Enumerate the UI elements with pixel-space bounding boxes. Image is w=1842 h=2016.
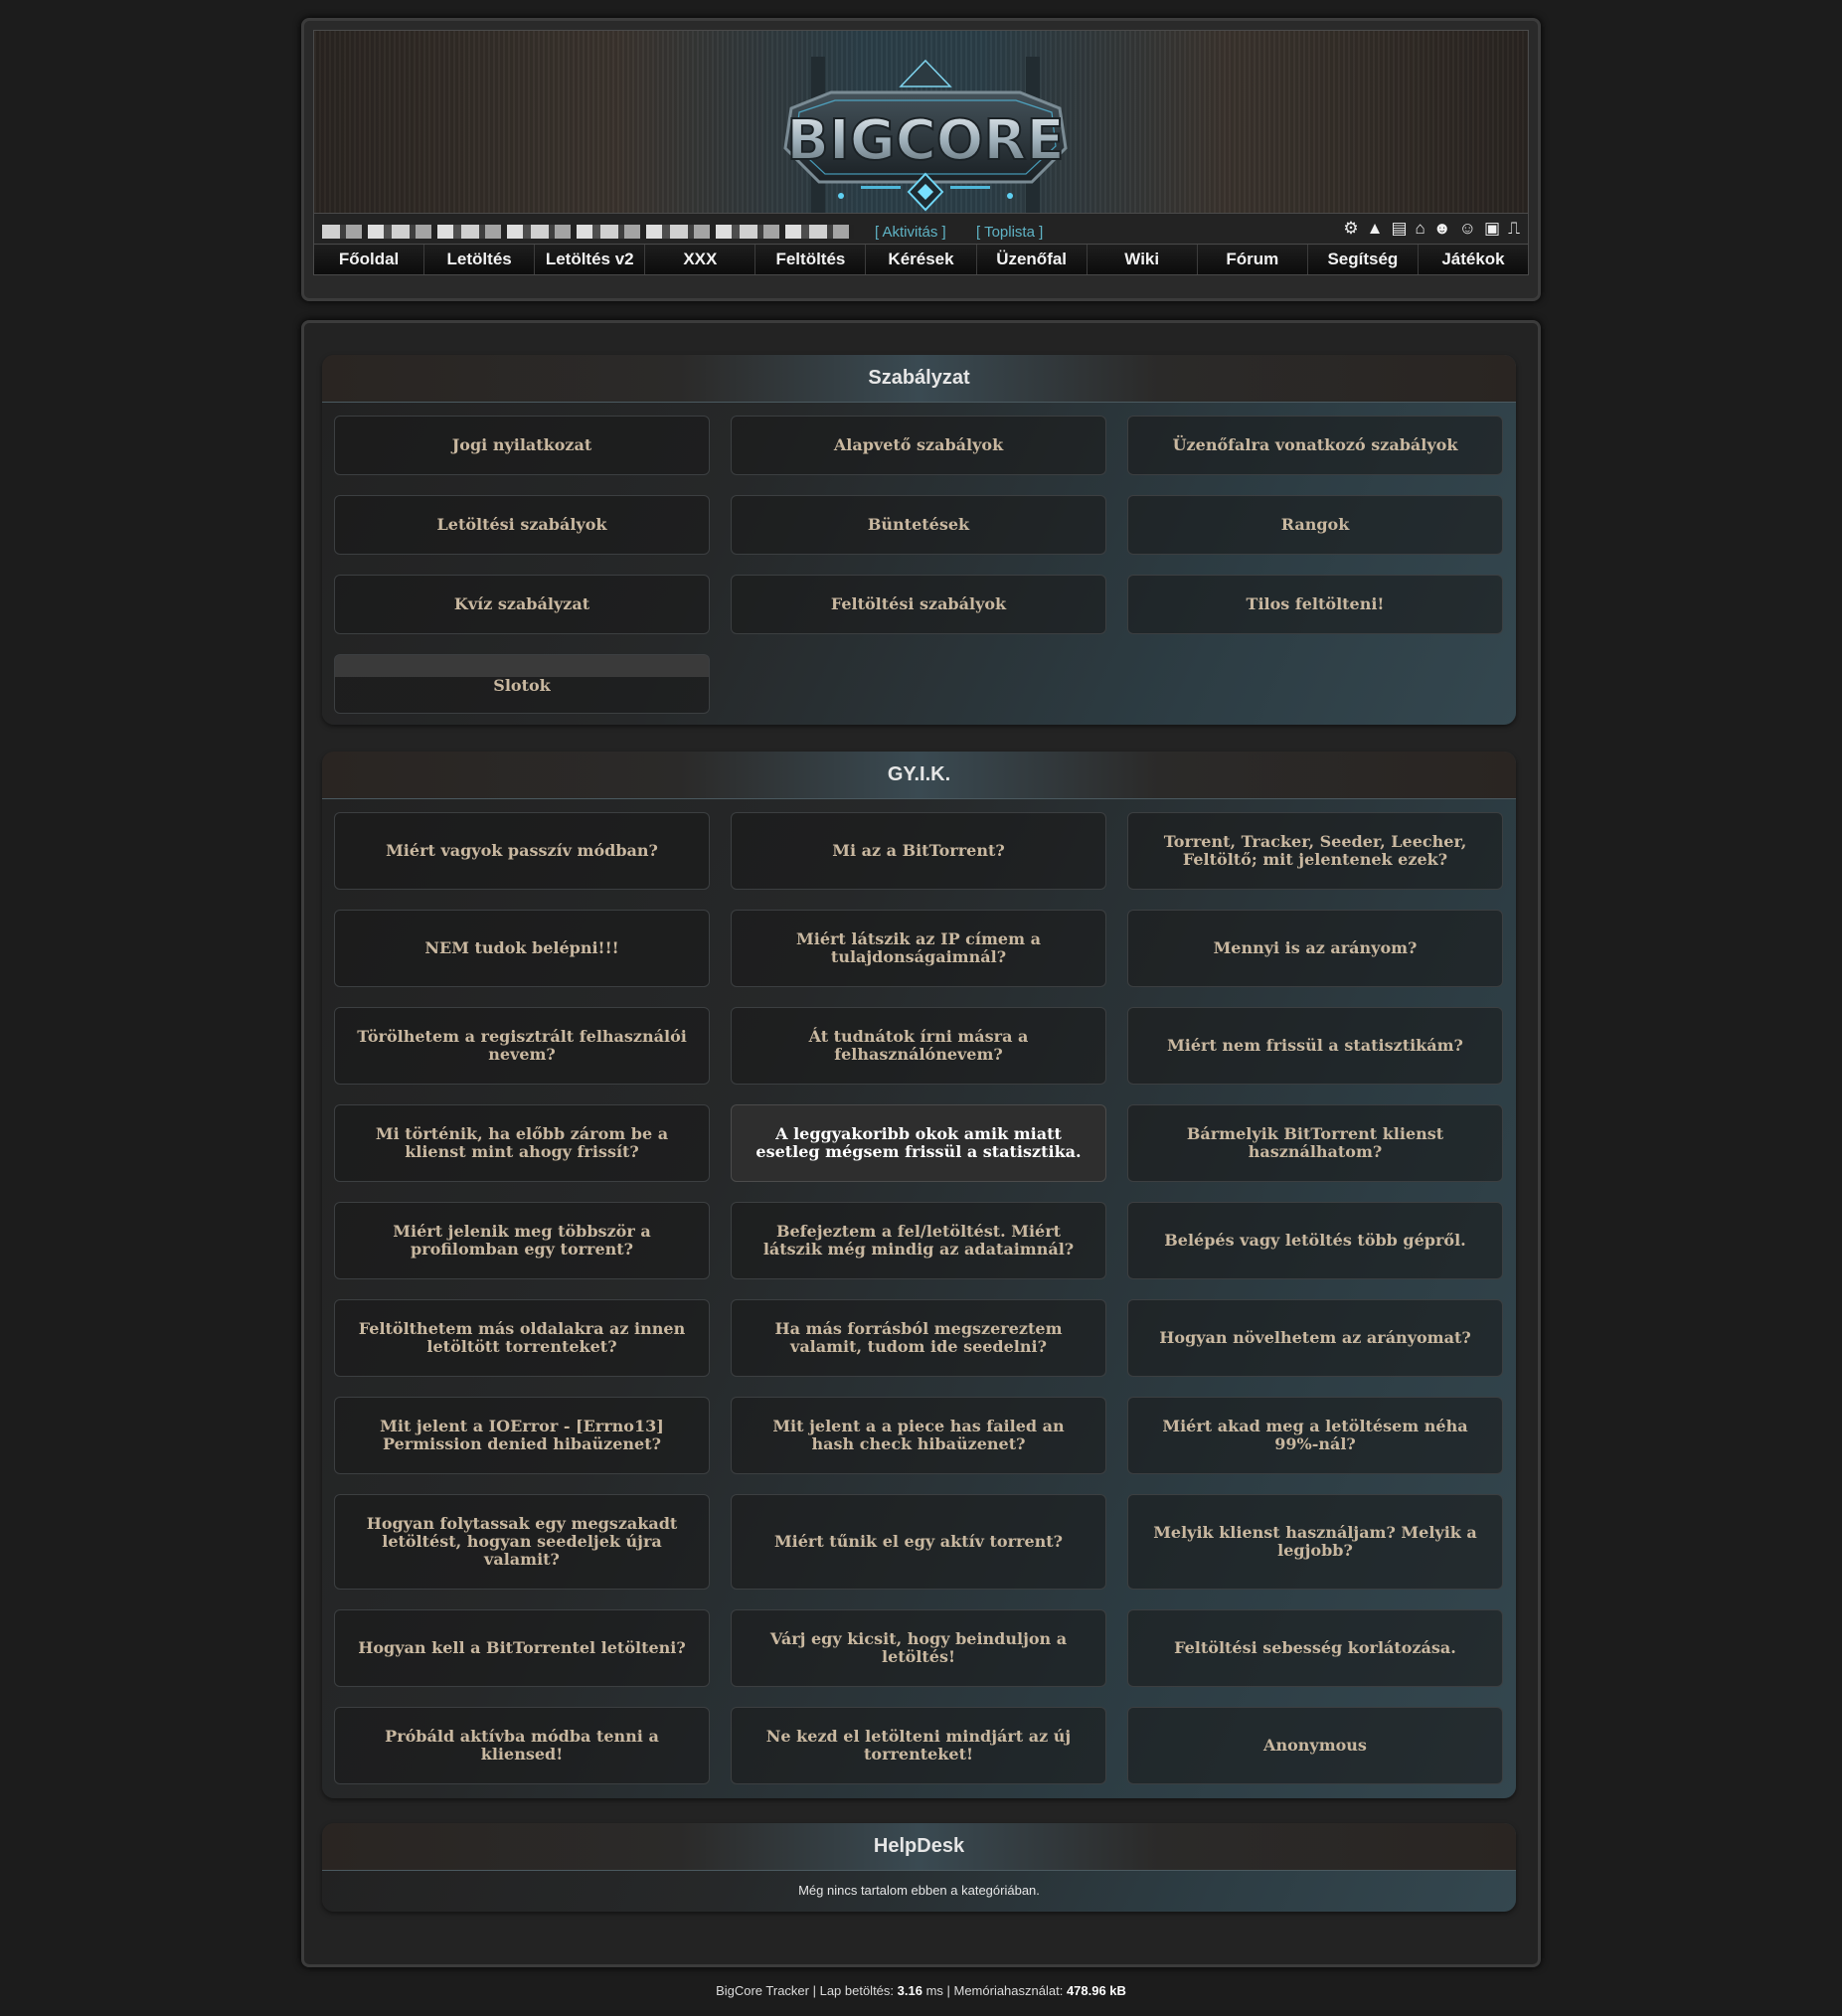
faq-item[interactable]: Miért tűnik el egy aktív torrent?	[731, 1494, 1106, 1590]
main-content: Szabályzat Jogi nyilatkozat Alapvető sza…	[301, 320, 1541, 1967]
nav-download-v2[interactable]: Letöltés v2	[535, 245, 646, 274]
faq-item[interactable]: NEM tudok belépni!!!	[334, 910, 710, 987]
faq-item[interactable]: Várj egy kicsit, hogy beinduljon a letöl…	[731, 1609, 1106, 1687]
faq-item[interactable]: Hogyan növelhetem az arányomat?	[1127, 1299, 1503, 1377]
nav-upload[interactable]: Feltöltés	[755, 245, 867, 274]
faq-item[interactable]: Befejeztem a fel/letöltést. Miért látszi…	[731, 1202, 1106, 1279]
faq-item[interactable]: Mi történik, ha előbb zárom be a klienst…	[334, 1104, 710, 1182]
faq-item[interactable]: Próbáld aktívba módba tenni a kliensed!	[334, 1707, 710, 1784]
rules-item[interactable]: Üzenőfalra vonatkozó szabályok	[1127, 416, 1503, 475]
rules-item[interactable]: Tilos feltölteni!	[1127, 575, 1503, 634]
header-frame: BIGCORE [ Aktivitás ] [ Toplista ] ⚙ ▲ ▤…	[301, 18, 1541, 301]
users-icon[interactable]: ☻	[1433, 220, 1451, 238]
faq-item[interactable]: Miért nem frissül a statisztikám?	[1127, 1007, 1503, 1085]
faq-item[interactable]: Miért akad meg a letöltésem néha 99%-nál…	[1127, 1397, 1503, 1474]
faq-item[interactable]: Torrent, Tracker, Seeder, Leecher, Feltö…	[1127, 812, 1503, 890]
nav-wiki[interactable]: Wiki	[1087, 245, 1198, 274]
faq-item[interactable]: Anonymous	[1127, 1707, 1503, 1784]
inbox-icon[interactable]: ⌂	[1416, 220, 1425, 238]
faq-item[interactable]: Törölhetem a regisztrált felhasználói ne…	[334, 1007, 710, 1085]
footer: BigCore Tracker | Lap betöltés: 3.16 ms …	[0, 1983, 1842, 1998]
faq-item[interactable]: Miért látszik az IP címem a tulajdonsága…	[731, 910, 1106, 987]
section-title: GY.I.K.	[322, 752, 1516, 799]
nav-help[interactable]: Segítség	[1307, 245, 1419, 274]
rules-item[interactable]: Rangok	[1127, 495, 1503, 555]
nav-forum[interactable]: Fórum	[1197, 245, 1308, 274]
rules-item[interactable]: Jogi nyilatkozat	[334, 416, 710, 475]
rules-grid: Jogi nyilatkozat Alapvető szabályok Üzen…	[334, 416, 1504, 714]
user-bar: [ Aktivitás ] [ Toplista ] ⚙ ▲ ▤ ⌂ ☻ ☺ ▣…	[313, 214, 1529, 244]
memory-usage: 478.96 kB	[1066, 1983, 1126, 1998]
nav-message-wall[interactable]: Üzenőfal	[976, 245, 1088, 274]
nav-download[interactable]: Letöltés	[424, 245, 536, 274]
footer-prefix: BigCore Tracker | Lap betöltés:	[716, 1983, 898, 1998]
logo-text: BIGCORE	[786, 108, 1065, 173]
rules-item[interactable]: Slotok	[334, 654, 710, 714]
footer-mid: ms | Memóriahasználat:	[921, 1983, 1067, 1998]
faq-item[interactable]: Át tudnátok írni másra a felhasználóneve…	[731, 1007, 1106, 1085]
faq-item[interactable]: Belépés vagy letöltés több gépről.	[1127, 1202, 1503, 1279]
nav-requests[interactable]: Kérések	[866, 245, 977, 274]
faq-item[interactable]: A leggyakoribb okok amik miatt esetleg m…	[731, 1104, 1106, 1182]
main-nav: Főoldal Letöltés Letöltés v2 XXX Feltölt…	[313, 244, 1529, 275]
faq-item[interactable]: Mennyi is az arányom?	[1127, 910, 1503, 987]
faq-item[interactable]: Mi az a BitTorrent?	[731, 812, 1106, 890]
activity-link[interactable]: [ Aktivitás ]	[875, 224, 946, 241]
rules-item[interactable]: Büntetések	[731, 495, 1106, 555]
nav-games[interactable]: Játékok	[1418, 245, 1529, 274]
faq-item[interactable]: Melyik klienst használjam? Melyik a legj…	[1127, 1494, 1503, 1590]
faq-item[interactable]: Feltölthetem más oldalakra az innen letö…	[334, 1299, 710, 1377]
friends-icon[interactable]: ☺	[1459, 220, 1476, 238]
section-title: HelpDesk	[322, 1823, 1516, 1871]
helpdesk-section: HelpDesk Még nincs tartalom ebben a kate…	[322, 1823, 1516, 1912]
rules-item[interactable]: Kvíz szabályzat	[334, 575, 710, 634]
faq-item[interactable]: Hogyan kell a BitTorrentel letölteni?	[334, 1609, 710, 1687]
faq-item[interactable]: Ne kezd el letölteni mindjárt az új torr…	[731, 1707, 1106, 1784]
faq-item[interactable]: Ha más forrásból megszereztem valamit, t…	[731, 1299, 1106, 1377]
empty-message: Még nincs tartalom ebben a kategóriában.	[798, 1883, 1040, 1898]
id-card-icon[interactable]: ▤	[1391, 220, 1407, 238]
warning-icon[interactable]: ▲	[1367, 220, 1384, 238]
faq-item[interactable]: Bármelyik BitTorrent klienst használhato…	[1127, 1104, 1503, 1182]
nav-xxx[interactable]: XXX	[645, 245, 756, 274]
rules-item[interactable]: Feltöltési szabályok	[731, 575, 1106, 634]
faq-item[interactable]: Hogyan folytassak egy megszakadt letölté…	[334, 1494, 710, 1590]
faq-section: GY.I.K. Miért vagyok passzív módban? Mi …	[322, 752, 1516, 1798]
nav-home[interactable]: Főoldal	[314, 245, 425, 274]
rules-section: Szabályzat Jogi nyilatkozat Alapvető sza…	[322, 355, 1516, 725]
section-title: Szabályzat	[322, 355, 1516, 403]
faq-item[interactable]: Mit jelent a a piece has failed an hash …	[731, 1397, 1106, 1474]
rules-item[interactable]: Letöltési szabályok	[334, 495, 710, 555]
faq-grid: Miért vagyok passzív módban? Mi az a Bit…	[334, 812, 1504, 1784]
faq-item[interactable]: Mit jelent a IOError - [Errno13] Permiss…	[334, 1397, 710, 1474]
faq-item[interactable]: Miért vagyok passzív módban?	[334, 812, 710, 890]
banner: BIGCORE	[313, 30, 1529, 214]
load-time: 3.16	[897, 1983, 922, 1998]
logout-icon[interactable]: ⎍	[1508, 220, 1520, 238]
gallery-icon[interactable]: ▣	[1484, 220, 1500, 238]
rules-item[interactable]: Alapvető szabályok	[731, 416, 1106, 475]
gear-icon[interactable]: ⚙	[1343, 220, 1358, 238]
toplist-link[interactable]: [ Toplista ]	[976, 224, 1043, 241]
faq-item[interactable]: Feltöltési sebesség korlátozása.	[1127, 1609, 1503, 1687]
user-icons: ⚙ ▲ ▤ ⌂ ☻ ☺ ▣ ⎍	[1343, 220, 1520, 238]
bigcore-logo[interactable]: BIGCORE	[771, 57, 1080, 214]
faq-item[interactable]: Miért jelenik meg többször a profilomban…	[334, 1202, 710, 1279]
redacted-user-info	[322, 225, 854, 239]
